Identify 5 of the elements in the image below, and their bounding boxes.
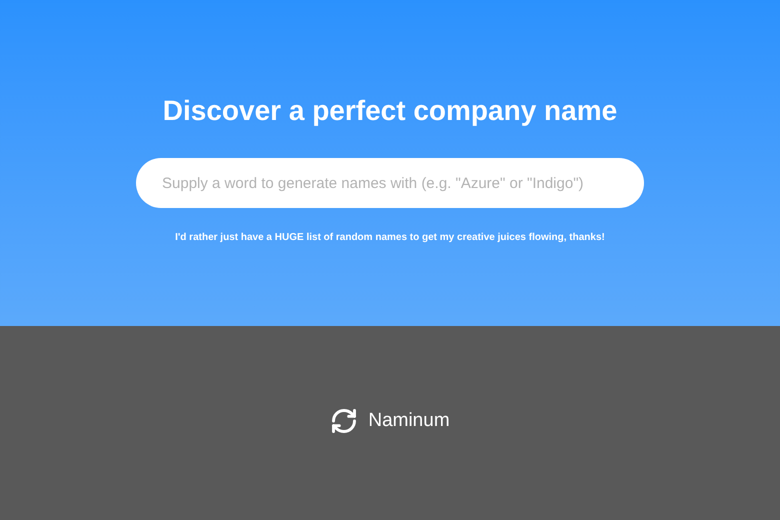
brand-name: Naminum <box>368 408 450 433</box>
refresh-icon <box>330 407 358 435</box>
search-field[interactable]: Supply a word to generate names with (e.g. "Azure" or "Indigo") <box>136 158 644 208</box>
hero-title: Discover a perfect company name <box>162 94 618 128</box>
random-names-link[interactable]: I'd rather just have a HUGE list of random names to get my creative juices flowing, thanks! <box>175 230 605 245</box>
